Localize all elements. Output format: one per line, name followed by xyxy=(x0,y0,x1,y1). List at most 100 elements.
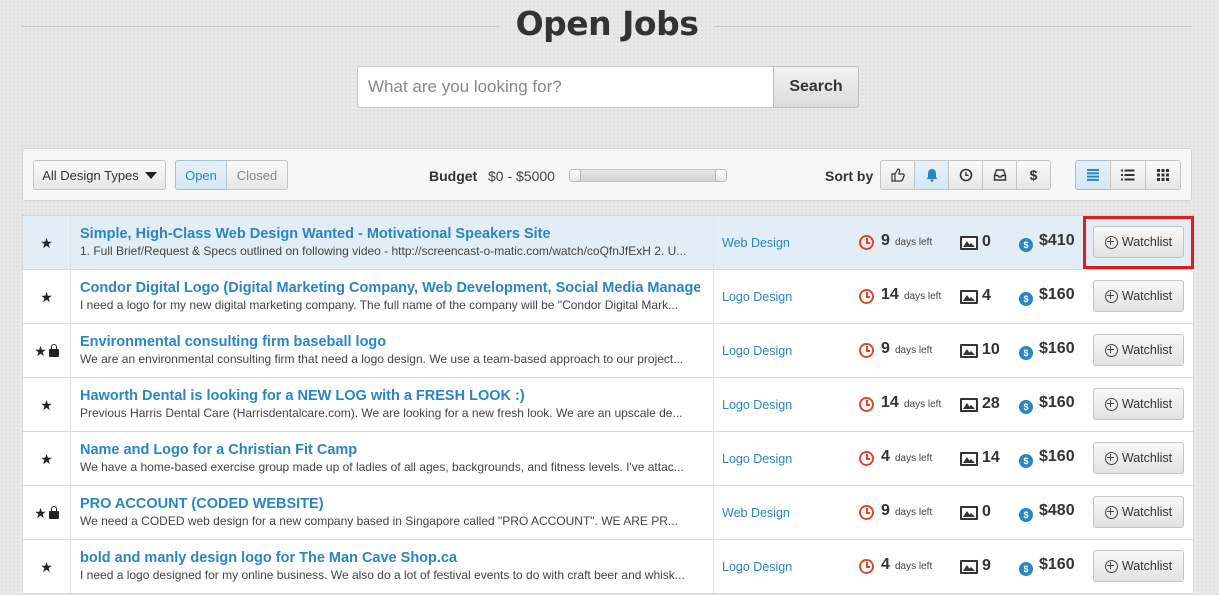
watchlist-button[interactable]: Watchlist xyxy=(1093,550,1184,582)
watchlist-button[interactable]: Watchlist xyxy=(1093,226,1184,258)
sort-popular-button[interactable] xyxy=(880,160,915,190)
job-category-link[interactable]: Logo Design xyxy=(722,344,792,358)
lock-icon xyxy=(48,505,59,519)
bell-icon xyxy=(926,169,937,182)
star-icon[interactable]: ★ xyxy=(34,344,47,358)
image-icon xyxy=(960,506,978,520)
job-category-link[interactable]: Web Design xyxy=(722,506,790,520)
dollar-icon: $ xyxy=(1019,454,1033,468)
watchlist-button[interactable]: Watchlist xyxy=(1093,334,1184,366)
job-category-link[interactable]: Logo Design xyxy=(722,560,792,574)
clock-icon xyxy=(859,505,874,520)
job-description: 1. Full Brief/Request & Specs outlined o… xyxy=(80,244,687,258)
job-flags: ★ xyxy=(23,216,71,269)
job-price: $160 xyxy=(1039,394,1075,411)
lock-icon xyxy=(48,343,59,357)
plus-circle-icon xyxy=(1104,343,1118,357)
plus-circle-icon xyxy=(1104,397,1118,411)
star-icon[interactable]: ★ xyxy=(40,560,53,574)
days-left-count: 14 xyxy=(881,286,899,303)
plus-circle-icon xyxy=(1104,559,1118,573)
job-title-link[interactable]: Haworth Dental is looking for a NEW LOG … xyxy=(80,388,700,404)
search-button[interactable]: Search xyxy=(773,66,859,108)
job-flags: ★ xyxy=(23,270,71,323)
job-row[interactable]: ★ Simple, High-Class Web Design Wanted -… xyxy=(22,216,1194,270)
job-description: We are an environmental consulting firm … xyxy=(80,352,684,366)
star-icon[interactable]: ★ xyxy=(40,452,53,466)
job-title-link[interactable]: Environmental consulting firm baseball l… xyxy=(80,334,700,350)
view-list-button[interactable] xyxy=(1110,160,1146,190)
clock-icon xyxy=(859,235,874,250)
job-price: $410 xyxy=(1039,232,1075,249)
star-icon[interactable]: ★ xyxy=(34,506,47,520)
job-title-link[interactable]: PRO ACCOUNT (CODED WEBSITE) xyxy=(80,496,700,512)
watchlist-button[interactable]: Watchlist xyxy=(1093,496,1184,528)
budget-slider-max-handle[interactable] xyxy=(715,169,727,182)
search-input[interactable] xyxy=(357,66,773,108)
job-row[interactable]: ★ Environmental consulting firm baseball… xyxy=(22,324,1194,378)
budget-slider-min-handle[interactable] xyxy=(569,169,581,182)
sort-entries-button[interactable] xyxy=(982,160,1017,190)
job-row[interactable]: ★ Name and Logo for a Christian Fit Camp… xyxy=(22,432,1194,486)
job-row[interactable]: ★ bold and manly design logo for The Man… xyxy=(22,540,1194,594)
column-divider xyxy=(713,432,714,485)
column-divider xyxy=(713,324,714,377)
job-category-link[interactable]: Logo Design xyxy=(722,452,792,466)
view-grid-button[interactable] xyxy=(1145,160,1181,190)
job-category-link[interactable]: Logo Design xyxy=(722,398,792,412)
days-left-label: days left xyxy=(895,453,933,464)
job-price: $160 xyxy=(1039,340,1075,357)
days-left-label: days left xyxy=(895,507,933,518)
job-title-link[interactable]: Simple, High-Class Web Design Wanted - M… xyxy=(80,226,700,242)
job-row[interactable]: ★ PRO ACCOUNT (CODED WEBSITE) We need a … xyxy=(22,486,1194,540)
column-divider xyxy=(713,216,714,269)
job-flags: ★ xyxy=(23,432,71,485)
dollar-icon: $ xyxy=(1019,400,1033,414)
sort-buttons: $ xyxy=(880,160,1051,190)
plus-circle-icon xyxy=(1104,235,1118,249)
entries-count: 14 xyxy=(982,449,1000,466)
watchlist-label: Watchlist xyxy=(1121,397,1173,411)
view-detailed-list-button[interactable] xyxy=(1075,160,1111,190)
budget-label: Budget xyxy=(429,168,478,184)
star-icon[interactable]: ★ xyxy=(40,236,53,250)
job-title-link[interactable]: bold and manly design logo for The Man C… xyxy=(80,550,700,566)
image-icon xyxy=(960,236,978,250)
sort-price-button[interactable]: $ xyxy=(1016,160,1051,190)
dollar-icon: $ xyxy=(1019,292,1033,306)
column-divider xyxy=(713,270,714,323)
status-open-toggle[interactable]: Open xyxy=(175,160,227,190)
plus-circle-icon xyxy=(1104,505,1118,519)
job-title-link[interactable]: Name and Logo for a Christian Fit Camp xyxy=(80,442,700,458)
job-flags: ★ xyxy=(23,378,71,431)
job-category-link[interactable]: Web Design xyxy=(722,236,790,250)
budget-slider[interactable] xyxy=(569,169,727,182)
column-divider xyxy=(713,378,714,431)
star-icon[interactable]: ★ xyxy=(40,290,53,304)
days-left-label: days left xyxy=(895,561,933,572)
watchlist-button[interactable]: Watchlist xyxy=(1093,280,1184,312)
entries-count: 0 xyxy=(982,503,991,520)
star-icon[interactable]: ★ xyxy=(40,398,53,412)
job-price: $160 xyxy=(1039,286,1075,303)
sort-newest-button[interactable] xyxy=(914,160,949,190)
watchlist-button[interactable]: Watchlist xyxy=(1093,442,1184,474)
header: Open Jobs xyxy=(22,4,1192,48)
job-row[interactable]: ★ Haworth Dental is looking for a NEW LO… xyxy=(22,378,1194,432)
page-title: Open Jobs xyxy=(515,4,699,43)
job-row[interactable]: ★ Condor Digital Logo (Digital Marketing… xyxy=(22,270,1194,324)
sort-ending-button[interactable] xyxy=(948,160,983,190)
image-icon xyxy=(960,290,978,304)
job-description: We have a home-based exercise group made… xyxy=(80,460,684,474)
sort-label: Sort by xyxy=(825,168,874,184)
dollar-sign-icon: $ xyxy=(1029,167,1038,183)
watchlist-label: Watchlist xyxy=(1121,289,1173,303)
design-types-dropdown[interactable]: All Design Types xyxy=(33,160,166,190)
watchlist-button[interactable]: Watchlist xyxy=(1093,388,1184,420)
status-closed-toggle[interactable]: Closed xyxy=(226,160,288,190)
job-title-link[interactable]: Condor Digital Logo (Digital Marketing C… xyxy=(80,280,700,296)
job-category-link[interactable]: Logo Design xyxy=(722,290,792,304)
watchlist-label: Watchlist xyxy=(1121,235,1173,249)
thumbs-up-icon xyxy=(890,168,905,182)
days-left-count: 9 xyxy=(881,340,890,357)
